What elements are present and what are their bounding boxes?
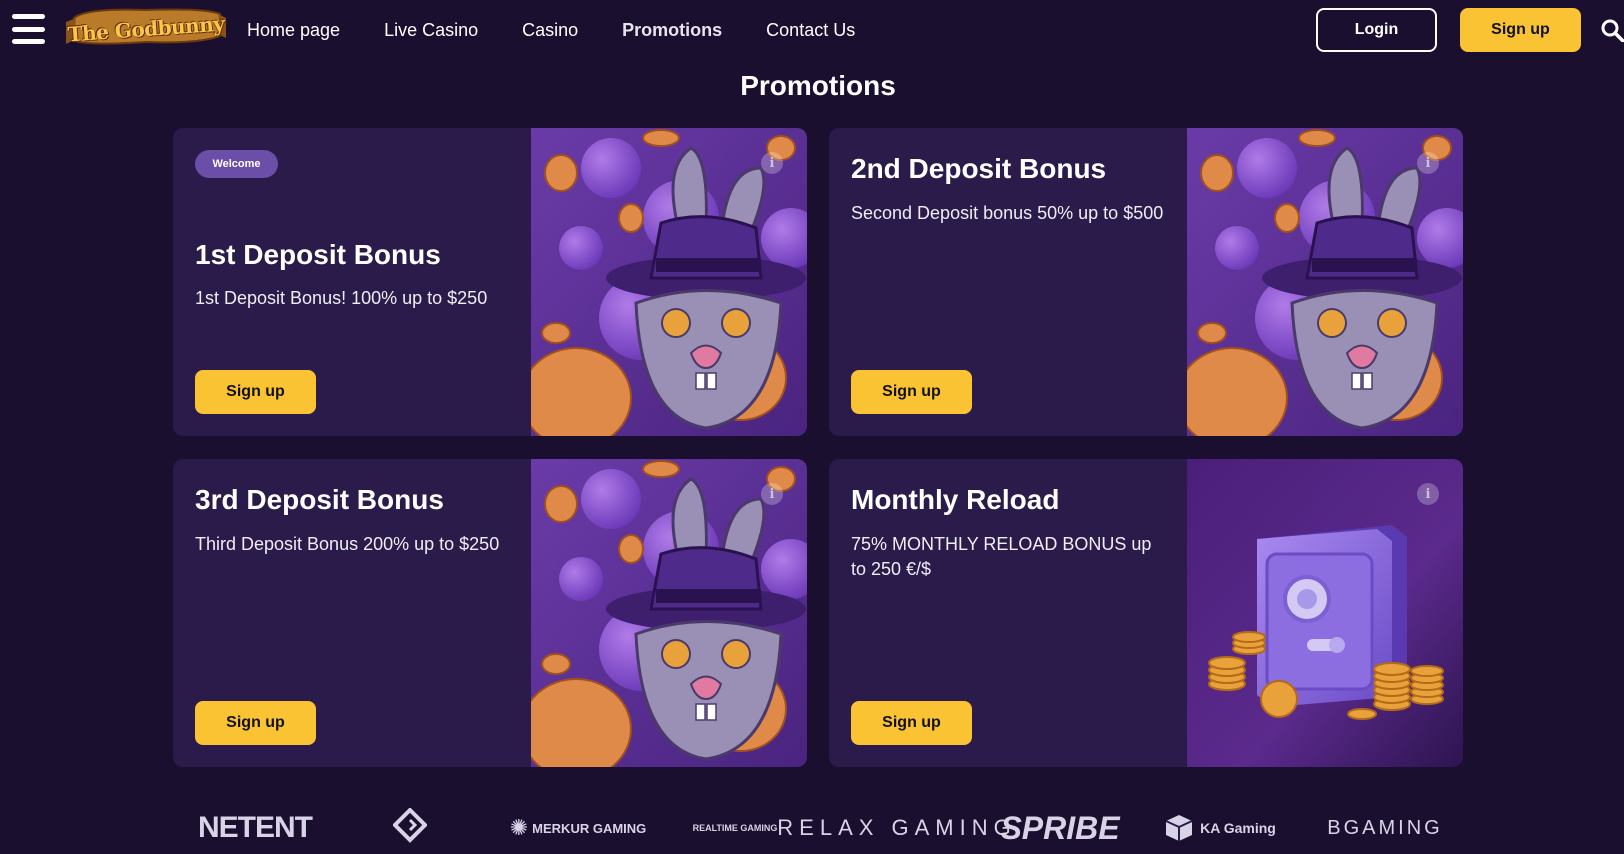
ka-cube-icon [1165,815,1193,841]
promo-card-1: Welcome 1st Deposit Bonus 1st Deposit Bo… [173,128,807,436]
nav-casino[interactable]: Casino [522,18,578,42]
promo-title: Monthly Reload [851,484,1060,515]
search-icon[interactable] [1600,18,1624,42]
signup-button[interactable]: Sign up [1460,8,1581,52]
promo-signup-button[interactable]: Sign up [195,701,316,745]
login-button[interactable]: Login [1316,8,1437,52]
safe-illustration [1187,459,1463,767]
provider-bgaming-logo: BGAMING [1327,816,1443,839]
info-icon[interactable]: i [761,152,783,174]
promo-description: Second Deposit bonus 50% up to $500 [851,203,1164,223]
nav-promotions[interactable]: Promotions [622,18,722,42]
promo-card-3: 3rd Deposit Bonus Third Deposit Bonus 20… [173,459,807,767]
provider-ggames-logo [390,806,430,850]
provider-realtime-logo: REALTIME GAMING [692,823,778,833]
promo-signup-button[interactable]: Sign up [851,370,972,414]
provider-netent-logo: NETENT [198,811,313,844]
promo-card-4: Monthly Reload 75% MONTHLY RELOAD BONUS … [829,459,1463,767]
promo-description: 75% MONTHLY RELOAD BONUS up to 250 €/$ [851,534,1152,579]
bunny-illustration [531,128,807,436]
nav-live-casino[interactable]: Live Casino [384,18,478,42]
provider-relax-logo: RELAX GAMING [777,815,1017,840]
promo-title: 3rd Deposit Bonus [195,484,444,515]
info-icon[interactable]: i [1417,152,1439,174]
provider-ka-text: KA Gaming [1200,820,1276,836]
provider-merkur-text: MERKUR GAMING [532,820,647,836]
merkur-sun-icon: ✺ [509,815,529,840]
bunny-illustration [1187,128,1463,436]
promo-title: 2nd Deposit Bonus [851,153,1107,184]
page-title: Promotions [740,70,896,101]
promo-description: Third Deposit Bonus 200% up to $250 [195,534,500,554]
promo-description: 1st Deposit Bonus! 100% up to $250 [195,288,488,308]
nav-home[interactable]: Home page [247,18,340,42]
info-icon[interactable]: i [761,483,783,505]
promo-signup-button[interactable]: Sign up [195,370,316,414]
info-icon[interactable]: i [1417,483,1439,505]
top-header: The Godbunny Home page Live Casino Casin… [0,0,1624,60]
main-nav: Home page Live Casino Casino Promotions … [247,18,899,42]
promo-title: 1st Deposit Bonus [195,239,441,270]
welcome-badge: Welcome [195,150,278,178]
promo-card-2: 2nd Deposit Bonus Second Deposit bonus 5… [829,128,1463,436]
provider-spribe-logo: SPRIBE [1000,809,1120,846]
bunny-illustration [531,459,807,767]
provider-merkur-logo: ✺ MERKUR GAMING [510,806,647,850]
provider-ka-gaming-logo: KA Gaming [1160,806,1280,850]
nav-contact-us[interactable]: Contact Us [766,18,855,42]
providers-strip: NETENT ✺ MERKUR GAMING REALTIME GAMING RE… [198,806,1440,850]
promo-signup-button[interactable]: Sign up [851,701,972,745]
site-logo[interactable]: The Godbunny [66,4,226,54]
hamburger-menu-icon[interactable] [12,14,45,44]
